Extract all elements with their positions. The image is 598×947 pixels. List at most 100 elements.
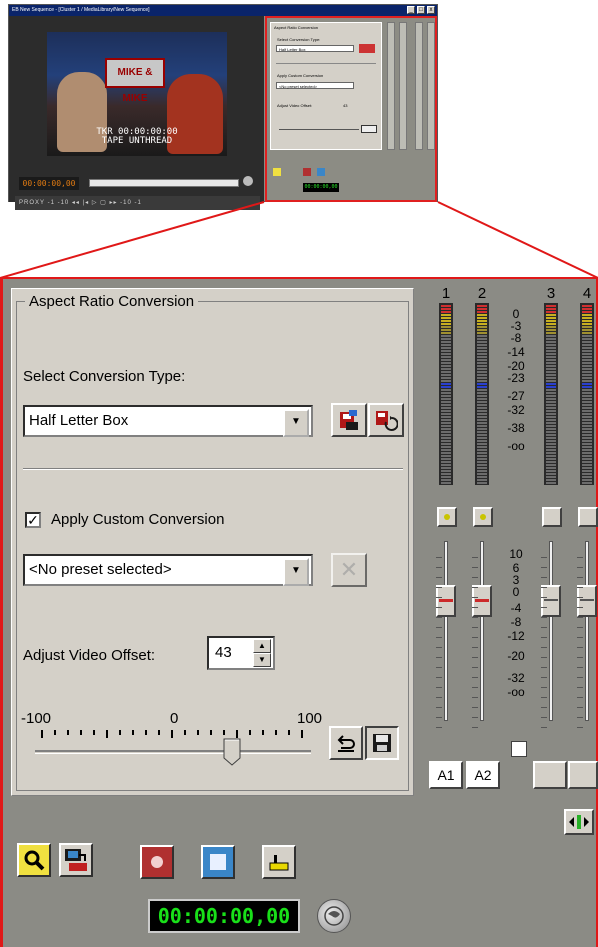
meter-segment [546, 359, 556, 361]
meter-segment [546, 323, 556, 325]
channel-solo-button-3[interactable] [542, 507, 562, 527]
channel-solo-button-4[interactable] [578, 507, 598, 527]
fader-tick [436, 647, 442, 648]
meter-segment [477, 347, 487, 349]
search-icon [24, 850, 45, 871]
apply-custom-checkbox[interactable]: ✓ [25, 512, 41, 528]
fader-tick [541, 567, 547, 568]
meter-segment [477, 482, 487, 484]
fader-tick [436, 667, 442, 668]
link-channels-button[interactable] [511, 741, 527, 757]
meter-segment [582, 374, 592, 376]
meter-segment [582, 473, 592, 475]
stop-button[interactable] [201, 845, 235, 879]
meter-segment [582, 434, 592, 436]
meter-segment [546, 386, 556, 388]
offset-slider-thumb[interactable] [223, 738, 241, 766]
meter-segment [441, 362, 451, 364]
fader-knob-4[interactable] [577, 585, 597, 617]
meter-segment [546, 455, 556, 457]
meter-segment [546, 392, 556, 394]
meter-segment [546, 383, 556, 385]
fader-tick [541, 577, 547, 578]
globe-icon[interactable] [317, 899, 351, 933]
meter-segment [477, 392, 487, 394]
meter-segment [441, 455, 451, 457]
fader-track-3[interactable] [549, 541, 553, 721]
fader-knob-3[interactable] [541, 585, 561, 617]
fader-tick [541, 657, 547, 658]
track-button-a2[interactable]: A2 [466, 761, 500, 789]
fader-track-1[interactable] [444, 541, 448, 721]
fader-tick [436, 697, 442, 698]
fader-tick [541, 627, 547, 628]
meter-segment [477, 479, 487, 481]
meter-segment [582, 446, 592, 448]
fader-knob-2[interactable] [472, 585, 492, 617]
meter-segment [582, 443, 592, 445]
fader-tick [577, 567, 583, 568]
meter-segment [477, 323, 487, 325]
fader-tick [436, 657, 442, 658]
fader-track-2[interactable] [480, 541, 484, 721]
fader-tick [472, 567, 478, 568]
track-button-a1[interactable]: A1 [429, 761, 463, 789]
spin-down-icon[interactable]: ▼ [253, 653, 271, 667]
meter-segment [546, 395, 556, 397]
conversion-type-value: Half Letter Box [29, 412, 129, 429]
meter-segment [477, 338, 487, 340]
meter-segment [582, 458, 592, 460]
fader-tick [541, 677, 547, 678]
record-button[interactable] [140, 845, 174, 879]
chevron-down-icon[interactable]: ▼ [283, 558, 309, 586]
meter-segment [582, 362, 592, 364]
meter-segment [546, 350, 556, 352]
meter-segment [546, 374, 556, 376]
save-offset-button[interactable] [365, 726, 399, 760]
capture-icon [65, 849, 87, 871]
meter-segment [582, 347, 592, 349]
capture-to-timeline-button[interactable] [59, 843, 93, 877]
fader-tick [577, 577, 583, 578]
zoom-connector [0, 201, 598, 279]
delete-preset-button[interactable]: ✕ [331, 553, 367, 587]
meter-segment [546, 443, 556, 445]
track-button-4[interactable] [568, 761, 598, 789]
aspect-ratio-group: Aspect Ratio Conversion Select Conversio… [16, 293, 409, 791]
level-meter-3 [544, 303, 558, 485]
spin-up-icon[interactable]: ▲ [253, 639, 271, 653]
level-meter-1 [439, 303, 453, 485]
fader-tick [577, 637, 583, 638]
meter-segment [441, 320, 451, 322]
reset-offset-button[interactable] [329, 726, 363, 760]
save-preset-button[interactable] [331, 403, 367, 437]
meter-segment [477, 413, 487, 415]
track-button-3[interactable] [533, 761, 567, 789]
meter-segment [546, 320, 556, 322]
preset-select[interactable]: <No preset selected> ▼ [23, 554, 313, 586]
chevron-down-icon[interactable]: ▼ [283, 409, 309, 437]
meter-segment [477, 443, 487, 445]
fader-knob-1[interactable] [436, 585, 456, 617]
restore-preset-button[interactable] [368, 403, 404, 437]
offset-slider-track[interactable] [35, 750, 311, 754]
fader-tick [577, 617, 583, 618]
channel-solo-button-2[interactable] [473, 507, 493, 527]
expand-panel-button[interactable] [564, 809, 594, 835]
meter-segment [546, 434, 556, 436]
meter-segment [582, 428, 592, 430]
meter-segment [441, 482, 451, 484]
conversion-type-select[interactable]: Half Letter Box ▼ [23, 405, 313, 437]
zoom-button[interactable] [17, 843, 51, 877]
meter-segment [546, 332, 556, 334]
video-offset-spinner[interactable]: 43 ▲ ▼ [207, 636, 275, 670]
meter-segment [546, 371, 556, 373]
meter-segment [477, 398, 487, 400]
meter-segment [441, 338, 451, 340]
mark-button[interactable] [262, 845, 296, 879]
meter-segment [441, 329, 451, 331]
meter-segment [546, 425, 556, 427]
fader-tick [541, 587, 547, 588]
channel-solo-button-1[interactable] [437, 507, 457, 527]
fader-track-4[interactable] [585, 541, 589, 721]
